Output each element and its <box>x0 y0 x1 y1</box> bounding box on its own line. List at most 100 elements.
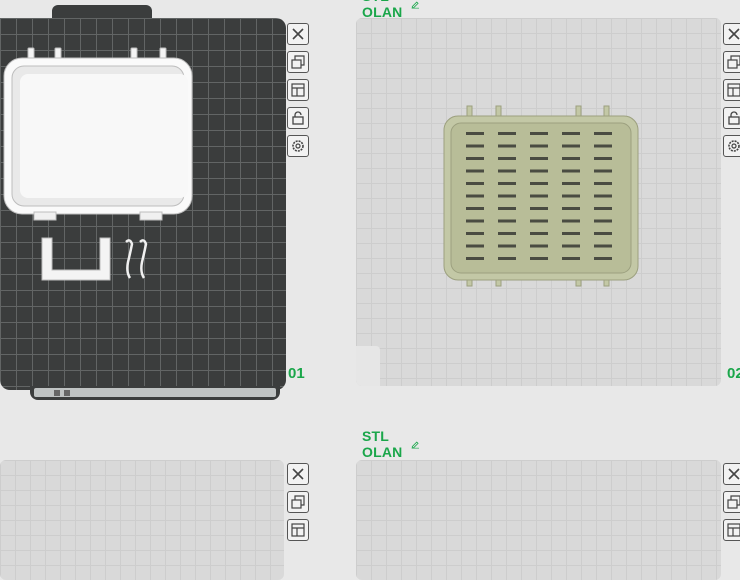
plate-title-02[interactable]: STL OLAN <box>362 0 419 20</box>
grille-slot <box>498 207 516 210</box>
grille-slot <box>466 157 484 160</box>
grille-slot <box>530 207 548 210</box>
plate-top-tab <box>52 5 152 19</box>
settings-button[interactable] <box>287 135 309 157</box>
plate-status-bar <box>30 386 280 400</box>
grille-slot <box>498 244 516 248</box>
close-button[interactable] <box>287 463 309 485</box>
grille-slot <box>562 219 580 223</box>
grille-slot <box>594 207 612 210</box>
arrange-icon <box>291 495 305 509</box>
edit-pencil-icon[interactable] <box>411 0 420 11</box>
grille-slot <box>530 144 548 148</box>
plate-title-text: STL OLAN <box>362 0 403 20</box>
grille-slot <box>594 194 612 198</box>
plate-status-strip <box>34 388 276 397</box>
grille-slot <box>562 169 580 173</box>
grille-slot <box>530 232 548 235</box>
layout-button[interactable] <box>287 519 309 541</box>
grille-slot <box>530 257 548 260</box>
arrange-button[interactable] <box>287 491 309 513</box>
grille-slot <box>530 157 548 160</box>
arrange-icon <box>727 55 740 69</box>
grille-slot <box>562 144 580 148</box>
grille-slot <box>498 232 516 235</box>
grille-slot <box>594 132 612 135</box>
model-grille[interactable] <box>356 18 721 386</box>
grille-slot <box>466 207 484 210</box>
grille-slot <box>530 169 548 173</box>
plate-toolbar-02 <box>723 23 740 157</box>
grille-slot <box>594 232 612 235</box>
grille-slot <box>466 144 484 148</box>
close-icon <box>292 28 304 40</box>
grille-slot <box>466 232 484 235</box>
grille-slot <box>594 169 612 173</box>
grille-slot <box>466 182 484 185</box>
settings-icon <box>728 140 740 152</box>
grille-slot <box>594 182 612 185</box>
layout-button[interactable] <box>287 79 309 101</box>
plate-number-02: 02 <box>727 365 740 382</box>
layout-icon <box>727 523 740 537</box>
arrange-button[interactable] <box>723 491 740 513</box>
grille-slot <box>562 132 580 135</box>
grille-slot <box>594 157 612 160</box>
plate-corner-marker <box>356 346 380 386</box>
build-plate-04[interactable] <box>356 460 721 580</box>
grille-slot <box>530 132 548 135</box>
grille-slot <box>562 194 580 198</box>
grille-slot <box>466 132 484 135</box>
arrange-button[interactable] <box>287 51 309 73</box>
model-bracket <box>41 237 111 281</box>
settings-button[interactable] <box>723 135 740 157</box>
model-clips <box>125 239 148 279</box>
layout-button[interactable] <box>723 519 740 541</box>
plate-toolbar-03 <box>287 463 313 541</box>
grille-slot <box>466 194 484 198</box>
grille-slot <box>466 244 484 248</box>
status-icon <box>64 389 70 396</box>
layout-button[interactable] <box>723 79 740 101</box>
lock-icon <box>292 111 304 125</box>
lock-button[interactable] <box>287 107 309 129</box>
close-icon <box>728 468 740 480</box>
build-plate-01[interactable] <box>0 18 286 390</box>
settings-icon <box>292 140 304 152</box>
grille-slot <box>466 219 484 223</box>
build-plate-02[interactable] <box>356 18 721 386</box>
arrange-icon <box>291 55 305 69</box>
grille-slot <box>498 157 516 160</box>
plate-toolbar-04 <box>723 463 740 541</box>
model-lid[interactable] <box>0 18 286 390</box>
grille-slot <box>562 244 580 248</box>
grille-slot <box>530 244 548 248</box>
arrange-icon <box>727 495 740 509</box>
lock-icon <box>728 111 740 125</box>
grille-slot <box>594 144 612 148</box>
plate-title-04[interactable]: STL OLAN <box>362 428 419 460</box>
close-button[interactable] <box>723 463 740 485</box>
grille-slot <box>594 257 612 260</box>
grille-slot <box>562 257 580 260</box>
plate-toolbar-01 <box>287 23 313 157</box>
grille-slot <box>498 169 516 173</box>
build-plate-03[interactable] <box>0 460 284 580</box>
grille-slot <box>562 232 580 235</box>
status-icon <box>54 389 60 396</box>
grille-slot <box>498 219 516 223</box>
grille-slot <box>498 144 516 148</box>
close-icon <box>728 28 740 40</box>
grille-slot <box>498 257 516 260</box>
close-button[interactable] <box>723 23 740 45</box>
plate-title-text: STL OLAN <box>362 428 403 460</box>
grille-slot <box>562 157 580 160</box>
lock-button[interactable] <box>723 107 740 129</box>
arrange-button[interactable] <box>723 51 740 73</box>
layout-icon <box>291 523 305 537</box>
grille-slot <box>498 194 516 198</box>
edit-pencil-icon[interactable] <box>411 437 420 451</box>
close-button[interactable] <box>287 23 309 45</box>
layout-icon <box>727 83 740 97</box>
close-icon <box>292 468 304 480</box>
